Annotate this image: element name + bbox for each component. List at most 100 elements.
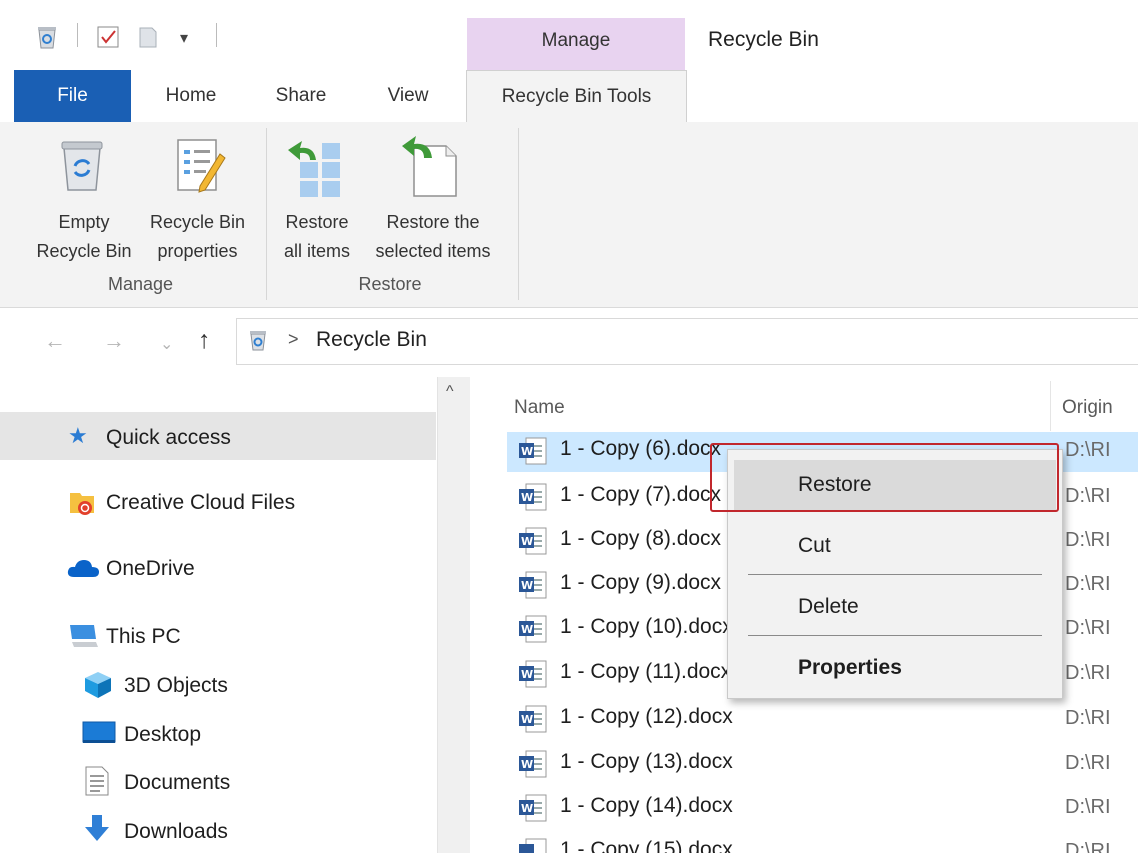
nav-item-desktop[interactable] <box>0 710 436 756</box>
file-row[interactable]: W 1 - Copy (12).docx D:\RI <box>507 700 1138 740</box>
tab-share[interactable]: Share <box>262 70 340 122</box>
column-divider[interactable] <box>1050 381 1051 431</box>
restore-selected-label-line1: Restore the <box>386 212 480 232</box>
title-bar: ▾ Manage Recycle Bin <box>0 0 1138 71</box>
file-name: 1 - Copy (13).docx <box>560 750 733 773</box>
recent-locations-chevron-icon[interactable]: ⌄ <box>160 334 173 354</box>
file-row[interactable]: W 1 - Copy (14).docx D:\RI <box>507 789 1138 829</box>
recycle-bin-location-icon <box>250 331 266 351</box>
back-arrow-icon[interactable]: ← <box>44 328 66 354</box>
tab-view[interactable]: View <box>372 70 444 122</box>
forward-arrow-icon[interactable]: → <box>103 328 125 354</box>
creative-cloud-folder-icon <box>70 493 94 515</box>
breadcrumb-separator[interactable]: > <box>288 329 299 350</box>
word-document-icon: W <box>519 483 547 511</box>
restore-highlight-callout <box>710 443 1059 512</box>
context-tab-manage[interactable]: Manage <box>467 30 685 52</box>
onedrive-cloud-icon <box>67 560 99 577</box>
word-document-icon: W <box>519 794 547 822</box>
svg-text:W: W <box>521 535 533 548</box>
properties-checkbox-icon[interactable] <box>95 24 121 50</box>
customize-quick-access-icon[interactable]: ▾ <box>180 28 188 48</box>
nav-label-3d-objects: 3D Objects <box>124 674 228 697</box>
restore-all-label-line2: all items <box>283 241 350 261</box>
nav-label-creative-cloud: Creative Cloud Files <box>106 491 296 514</box>
word-document-icon: W <box>519 437 547 465</box>
menu-item-delete[interactable]: Delete <box>798 595 859 619</box>
column-header-name[interactable]: Name <box>514 397 565 419</box>
word-document-icon: W <box>519 571 547 599</box>
file-row[interactable]: 1 - Copy (15).docx D:\RI <box>507 833 1138 853</box>
svg-text:W: W <box>521 802 533 815</box>
tab-recycle-bin-tools[interactable]: Recycle Bin Tools <box>466 70 687 124</box>
file-original-location: D:\RI <box>1065 662 1111 684</box>
restore-all-icon <box>288 141 340 197</box>
group-separator <box>518 128 519 300</box>
word-document-icon: W <box>519 527 547 555</box>
desktop-icon <box>82 721 116 743</box>
computer-icon <box>70 625 98 647</box>
star-icon: ★ <box>68 423 88 448</box>
window-title: Recycle Bin <box>708 28 819 51</box>
recycle-bin-properties-button[interactable]: Recycle Bin properties <box>140 130 255 272</box>
svg-text:W: W <box>521 758 533 771</box>
restore-all-items-button[interactable]: Restore all items <box>276 130 358 272</box>
toolbar-separator <box>216 23 217 47</box>
file-original-location: D:\RI <box>1065 752 1111 774</box>
svg-text:W: W <box>521 491 533 504</box>
file-name: 1 - Copy (7).docx <box>560 483 722 506</box>
column-header-row: Name Origin <box>470 377 1138 433</box>
tab-file[interactable]: File <box>14 70 131 122</box>
word-document-icon: W <box>519 660 547 688</box>
svg-text:W: W <box>521 713 533 726</box>
file-original-location: D:\RI <box>1065 439 1111 461</box>
file-name: 1 - Copy (6).docx <box>560 437 722 460</box>
menu-separator <box>748 574 1042 575</box>
restore-selected-icon <box>402 136 457 197</box>
properties-document-icon <box>177 139 226 193</box>
file-original-location: D:\RI <box>1065 840 1111 853</box>
nav-label-downloads: Downloads <box>124 820 228 843</box>
navigation-pane: ★ Quick access Creative Cloud Files OneD… <box>0 377 470 853</box>
file-name: 1 - Copy (12).docx <box>560 705 733 728</box>
svg-text:W: W <box>521 668 533 681</box>
restore-selected-label-line2: selected items <box>375 241 491 261</box>
restore-selected-items-button[interactable]: Restore the selected items <box>362 130 504 272</box>
file-name: 1 - Copy (15).docx <box>560 838 733 853</box>
file-original-location: D:\RI <box>1065 529 1111 551</box>
file-row[interactable]: W 1 - Copy (13).docx D:\RI <box>507 745 1138 785</box>
svg-text:W: W <box>521 445 533 458</box>
empty-recycle-bin-button[interactable]: Empty Recycle Bin <box>28 130 140 272</box>
3d-objects-cube-icon <box>85 672 111 698</box>
file-name: 1 - Copy (10).docx <box>560 615 733 638</box>
breadcrumb-recycle-bin[interactable]: Recycle Bin <box>316 328 427 352</box>
file-original-location: D:\RI <box>1065 707 1111 729</box>
up-arrow-icon[interactable]: ↑ <box>198 326 211 355</box>
menu-item-cut[interactable]: Cut <box>798 534 831 558</box>
group-separator <box>266 128 267 300</box>
file-original-location: D:\RI <box>1065 617 1111 639</box>
svg-text:W: W <box>521 623 533 636</box>
nav-pane-scrollbar[interactable]: ^ <box>437 377 470 853</box>
tab-home[interactable]: Home <box>148 70 234 122</box>
file-original-location: D:\RI <box>1065 485 1111 507</box>
word-document-icon: W <box>519 615 547 643</box>
scroll-up-chevron-icon[interactable]: ^ <box>446 383 454 401</box>
group-label-restore: Restore <box>358 274 422 294</box>
file-name: 1 - Copy (14).docx <box>560 794 733 817</box>
file-original-location: D:\RI <box>1065 796 1111 818</box>
group-label-manage: Manage <box>107 274 174 294</box>
menu-separator <box>748 635 1042 636</box>
recycle-bin-small-icon[interactable] <box>34 24 60 50</box>
word-document-icon: W <box>519 705 547 733</box>
menu-item-properties[interactable]: Properties <box>798 656 902 680</box>
ribbon: Empty Recycle Bin Recycle Bin properties… <box>0 122 1138 308</box>
new-folder-icon[interactable] <box>137 24 159 50</box>
empty-label-line1: Empty <box>58 212 110 232</box>
properties-label-line1: Recycle Bin <box>149 212 246 232</box>
column-header-original-location[interactable]: Origin <box>1062 397 1113 419</box>
nav-label-onedrive: OneDrive <box>106 557 195 580</box>
toolbar-separator <box>77 23 78 47</box>
file-original-location: D:\RI <box>1065 573 1111 595</box>
ribbon-tab-row: File Home Share View Recycle Bin Tools <box>0 70 1138 124</box>
